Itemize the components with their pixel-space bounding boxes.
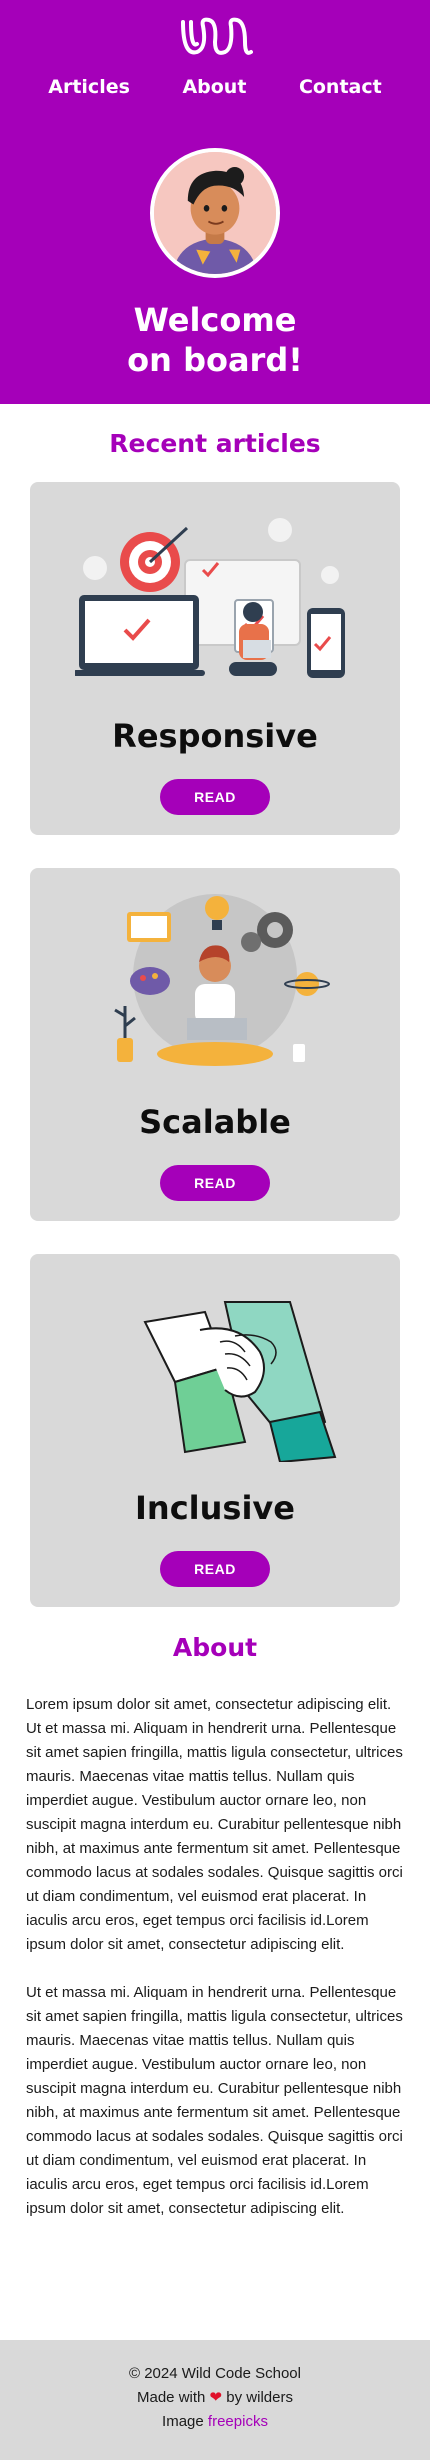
about-title: About (172, 1633, 258, 1662)
footer-image-prefix: Image (162, 2413, 204, 2430)
footer: © 2024 Wild Code School Made with ❤ by w… (0, 2340, 430, 2460)
read-button-scalable[interactable]: READ (160, 1165, 270, 1201)
about-paragraph-2: Ut et massa mi. Aliquam in hendrerit urn… (26, 1984, 403, 2217)
article-card-scalable: Scalable READ (30, 868, 400, 1221)
card-title: Inclusive (135, 1489, 295, 1527)
read-button-responsive[interactable]: READ (160, 779, 270, 815)
card-title: Responsive (112, 717, 318, 755)
recent-articles-title: Recent articles (109, 429, 321, 458)
avatar-illustration-icon (154, 152, 276, 274)
article-card-inclusive: Inclusive READ (30, 1254, 400, 1607)
hero-title-line2: on board! (127, 341, 303, 379)
scalable-illustration-icon (114, 894, 330, 1066)
nav-about-link[interactable]: About (182, 76, 246, 98)
card-title: Scalable (139, 1103, 291, 1141)
read-button-inclusive[interactable]: READ (160, 1551, 270, 1587)
about-section: Lorem ipsum dolor sit amet, consectetur … (0, 1693, 430, 2221)
hero-title-line1: Welcome (133, 301, 297, 339)
freepicks-link[interactable]: freepicks (208, 2413, 268, 2430)
footer-made-prefix: Made with (137, 2389, 206, 2406)
article-card-responsive: Responsive READ (30, 482, 400, 835)
logo-icon[interactable] (177, 12, 253, 62)
heart-icon: ❤ (209, 2389, 223, 2406)
inclusive-illustration-icon (143, 1301, 337, 1462)
nav-contact-link[interactable]: Contact (299, 76, 382, 98)
main-nav: Articles About Contact (0, 76, 430, 98)
footer-made-suffix: by wilders (226, 2389, 293, 2406)
avatar (150, 148, 280, 278)
nav-articles-link[interactable]: Articles (48, 76, 130, 98)
footer-image-credit: Image freepicks (0, 2410, 430, 2434)
footer-copyright: © 2024 Wild Code School (129, 2365, 301, 2382)
hero-header: Articles About Contact Welcome on board! (0, 0, 430, 404)
responsive-illustration-icon (75, 518, 345, 678)
hero-title: Welcome on board! (0, 300, 430, 380)
about-paragraph-1: Lorem ipsum dolor sit amet, consectetur … (26, 1696, 403, 1953)
footer-made-with: Made with ❤ by wilders (0, 2386, 430, 2410)
